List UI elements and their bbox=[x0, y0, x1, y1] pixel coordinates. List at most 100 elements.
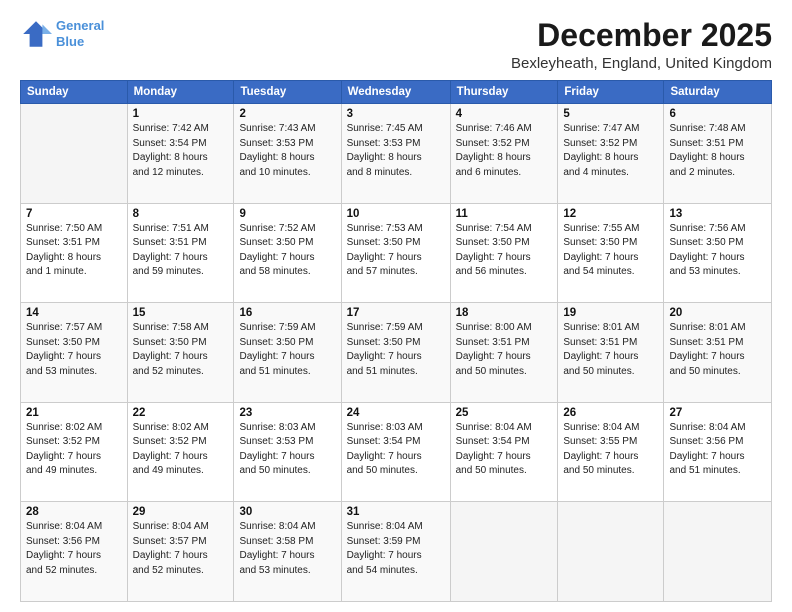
day-number: 21 bbox=[26, 407, 122, 419]
day-info: Sunrise: 7:53 AM Sunset: 3:50 PM Dayligh… bbox=[347, 222, 445, 280]
day-info: Sunrise: 8:01 AM Sunset: 3:51 PM Dayligh… bbox=[669, 321, 766, 379]
day-info: Sunrise: 7:57 AM Sunset: 3:50 PM Dayligh… bbox=[26, 321, 122, 379]
day-number: 25 bbox=[456, 407, 553, 419]
logo-line1: General bbox=[56, 18, 104, 33]
calendar-cell: 10 Sunrise: 7:53 AM Sunset: 3:50 PM Dayli… bbox=[341, 203, 450, 303]
day-number: 18 bbox=[456, 307, 553, 319]
day-info: Sunrise: 8:03 AM Sunset: 3:53 PM Dayligh… bbox=[239, 421, 335, 479]
calendar-cell: 3 Sunrise: 7:45 AM Sunset: 3:53 PM Daylig… bbox=[341, 104, 450, 204]
day-number: 11 bbox=[456, 208, 553, 220]
col-wednesday: Wednesday bbox=[341, 81, 450, 104]
day-info: Sunrise: 7:58 AM Sunset: 3:50 PM Dayligh… bbox=[133, 321, 229, 379]
calendar-cell: 31Sunrise: 8:04 AM Sunset: 3:59 PM Dayli… bbox=[341, 502, 450, 602]
day-info: Sunrise: 8:04 AM Sunset: 3:54 PM Dayligh… bbox=[456, 421, 553, 479]
calendar-cell: 30 Sunrise: 8:04 AM Sunset: 3:58 PM Dayli… bbox=[234, 502, 341, 602]
calendar-cell: 18 Sunrise: 8:00 AM Sunset: 3:51 PM Dayli… bbox=[450, 303, 558, 403]
day-number: 26 bbox=[563, 407, 658, 419]
day-info: Sunrise: 8:01 AM Sunset: 3:51 PM Dayligh… bbox=[563, 321, 658, 379]
calendar-cell: 25 Sunrise: 8:04 AM Sunset: 3:54 PM Dayli… bbox=[450, 402, 558, 502]
location: Bexleyheath, England, United Kingdom bbox=[511, 55, 772, 72]
day-number: 19 bbox=[563, 307, 658, 319]
day-info: Sunrise: 7:52 AM Sunset: 3:50 PM Dayligh… bbox=[239, 222, 335, 280]
day-number: 30 bbox=[239, 506, 335, 518]
calendar-cell: 24Sunrise: 8:03 AM Sunset: 3:54 PM Dayli… bbox=[341, 402, 450, 502]
calendar-cell bbox=[450, 502, 558, 602]
day-number: 28 bbox=[26, 506, 122, 518]
day-number: 31 bbox=[347, 506, 445, 518]
calendar-cell: 13 Sunrise: 7:56 AM Sunset: 3:50 PM Dayli… bbox=[664, 203, 772, 303]
calendar-cell: 2Sunrise: 7:43 AM Sunset: 3:53 PM Daylig… bbox=[234, 104, 341, 204]
day-number: 5 bbox=[563, 108, 658, 120]
col-monday: Monday bbox=[127, 81, 234, 104]
day-number: 6 bbox=[669, 108, 766, 120]
calendar-cell: 11 Sunrise: 7:54 AM Sunset: 3:50 PM Dayli… bbox=[450, 203, 558, 303]
day-number: 16 bbox=[239, 307, 335, 319]
calendar-cell: 23 Sunrise: 8:03 AM Sunset: 3:53 PM Dayli… bbox=[234, 402, 341, 502]
day-info: Sunrise: 8:04 AM Sunset: 3:56 PM Dayligh… bbox=[669, 421, 766, 479]
header-row: Sunday Monday Tuesday Wednesday Thursday… bbox=[21, 81, 772, 104]
day-number: 24 bbox=[347, 407, 445, 419]
calendar-cell: 8Sunrise: 7:51 AM Sunset: 3:51 PM Daylig… bbox=[127, 203, 234, 303]
calendar-cell: 29 Sunrise: 8:04 AM Sunset: 3:57 PM Dayli… bbox=[127, 502, 234, 602]
calendar: Sunday Monday Tuesday Wednesday Thursday… bbox=[20, 80, 772, 602]
calendar-cell: 14 Sunrise: 7:57 AM Sunset: 3:50 PM Dayli… bbox=[21, 303, 128, 403]
calendar-cell: 17Sunrise: 7:59 AM Sunset: 3:50 PM Dayli… bbox=[341, 303, 450, 403]
calendar-cell: 27 Sunrise: 8:04 AM Sunset: 3:56 PM Dayli… bbox=[664, 402, 772, 502]
day-number: 9 bbox=[239, 208, 335, 220]
day-number: 14 bbox=[26, 307, 122, 319]
day-info: Sunrise: 7:50 AM Sunset: 3:51 PM Dayligh… bbox=[26, 222, 122, 280]
calendar-cell: 5Sunrise: 7:47 AM Sunset: 3:52 PM Daylig… bbox=[558, 104, 664, 204]
logo-icon bbox=[20, 18, 52, 50]
day-info: Sunrise: 8:02 AM Sunset: 3:52 PM Dayligh… bbox=[133, 421, 229, 479]
day-info: Sunrise: 8:04 AM Sunset: 3:57 PM Dayligh… bbox=[133, 520, 229, 578]
day-number: 8 bbox=[133, 208, 229, 220]
calendar-cell: 1Sunrise: 7:42 AM Sunset: 3:54 PM Daylig… bbox=[127, 104, 234, 204]
day-number: 27 bbox=[669, 407, 766, 419]
col-tuesday: Tuesday bbox=[234, 81, 341, 104]
calendar-cell: 26 Sunrise: 8:04 AM Sunset: 3:55 PM Dayli… bbox=[558, 402, 664, 502]
day-number: 20 bbox=[669, 307, 766, 319]
logo-text: General Blue bbox=[56, 18, 104, 49]
day-info: Sunrise: 7:54 AM Sunset: 3:50 PM Dayligh… bbox=[456, 222, 553, 280]
day-info: Sunrise: 7:45 AM Sunset: 3:53 PM Dayligh… bbox=[347, 122, 445, 180]
day-info: Sunrise: 8:04 AM Sunset: 3:55 PM Dayligh… bbox=[563, 421, 658, 479]
col-thursday: Thursday bbox=[450, 81, 558, 104]
calendar-cell: 15 Sunrise: 7:58 AM Sunset: 3:50 PM Dayli… bbox=[127, 303, 234, 403]
day-info: Sunrise: 8:02 AM Sunset: 3:52 PM Dayligh… bbox=[26, 421, 122, 479]
day-info: Sunrise: 7:48 AM Sunset: 3:51 PM Dayligh… bbox=[669, 122, 766, 180]
calendar-cell: 4Sunrise: 7:46 AM Sunset: 3:52 PM Daylig… bbox=[450, 104, 558, 204]
calendar-week-3: 21 Sunrise: 8:02 AM Sunset: 3:52 PM Dayli… bbox=[21, 402, 772, 502]
day-number: 3 bbox=[347, 108, 445, 120]
calendar-cell: 7Sunrise: 7:50 AM Sunset: 3:51 PM Daylig… bbox=[21, 203, 128, 303]
calendar-cell: 28Sunrise: 8:04 AM Sunset: 3:56 PM Dayli… bbox=[21, 502, 128, 602]
calendar-week-0: 1Sunrise: 7:42 AM Sunset: 3:54 PM Daylig… bbox=[21, 104, 772, 204]
logo-line2: Blue bbox=[56, 34, 84, 49]
day-number: 22 bbox=[133, 407, 229, 419]
title-block: December 2025 Bexleyheath, England, Unit… bbox=[511, 18, 772, 72]
calendar-cell: 12Sunrise: 7:55 AM Sunset: 3:50 PM Dayli… bbox=[558, 203, 664, 303]
logo: General Blue bbox=[20, 18, 104, 50]
day-number: 23 bbox=[239, 407, 335, 419]
calendar-cell: 19 Sunrise: 8:01 AM Sunset: 3:51 PM Dayli… bbox=[558, 303, 664, 403]
calendar-cell bbox=[558, 502, 664, 602]
calendar-week-1: 7Sunrise: 7:50 AM Sunset: 3:51 PM Daylig… bbox=[21, 203, 772, 303]
day-number: 10 bbox=[347, 208, 445, 220]
calendar-cell: 9 Sunrise: 7:52 AM Sunset: 3:50 PM Daylig… bbox=[234, 203, 341, 303]
calendar-week-4: 28Sunrise: 8:04 AM Sunset: 3:56 PM Dayli… bbox=[21, 502, 772, 602]
col-sunday: Sunday bbox=[21, 81, 128, 104]
calendar-cell: 20 Sunrise: 8:01 AM Sunset: 3:51 PM Dayli… bbox=[664, 303, 772, 403]
day-number: 15 bbox=[133, 307, 229, 319]
day-number: 1 bbox=[133, 108, 229, 120]
day-info: Sunrise: 7:43 AM Sunset: 3:53 PM Dayligh… bbox=[239, 122, 335, 180]
day-info: Sunrise: 7:55 AM Sunset: 3:50 PM Dayligh… bbox=[563, 222, 658, 280]
day-info: Sunrise: 8:04 AM Sunset: 3:58 PM Dayligh… bbox=[239, 520, 335, 578]
day-info: Sunrise: 8:00 AM Sunset: 3:51 PM Dayligh… bbox=[456, 321, 553, 379]
header: General Blue December 2025 Bexleyheath, … bbox=[20, 18, 772, 72]
calendar-week-2: 14 Sunrise: 7:57 AM Sunset: 3:50 PM Dayli… bbox=[21, 303, 772, 403]
day-info: Sunrise: 7:46 AM Sunset: 3:52 PM Dayligh… bbox=[456, 122, 553, 180]
col-saturday: Saturday bbox=[664, 81, 772, 104]
col-friday: Friday bbox=[558, 81, 664, 104]
day-info: Sunrise: 7:56 AM Sunset: 3:50 PM Dayligh… bbox=[669, 222, 766, 280]
day-number: 29 bbox=[133, 506, 229, 518]
day-number: 13 bbox=[669, 208, 766, 220]
